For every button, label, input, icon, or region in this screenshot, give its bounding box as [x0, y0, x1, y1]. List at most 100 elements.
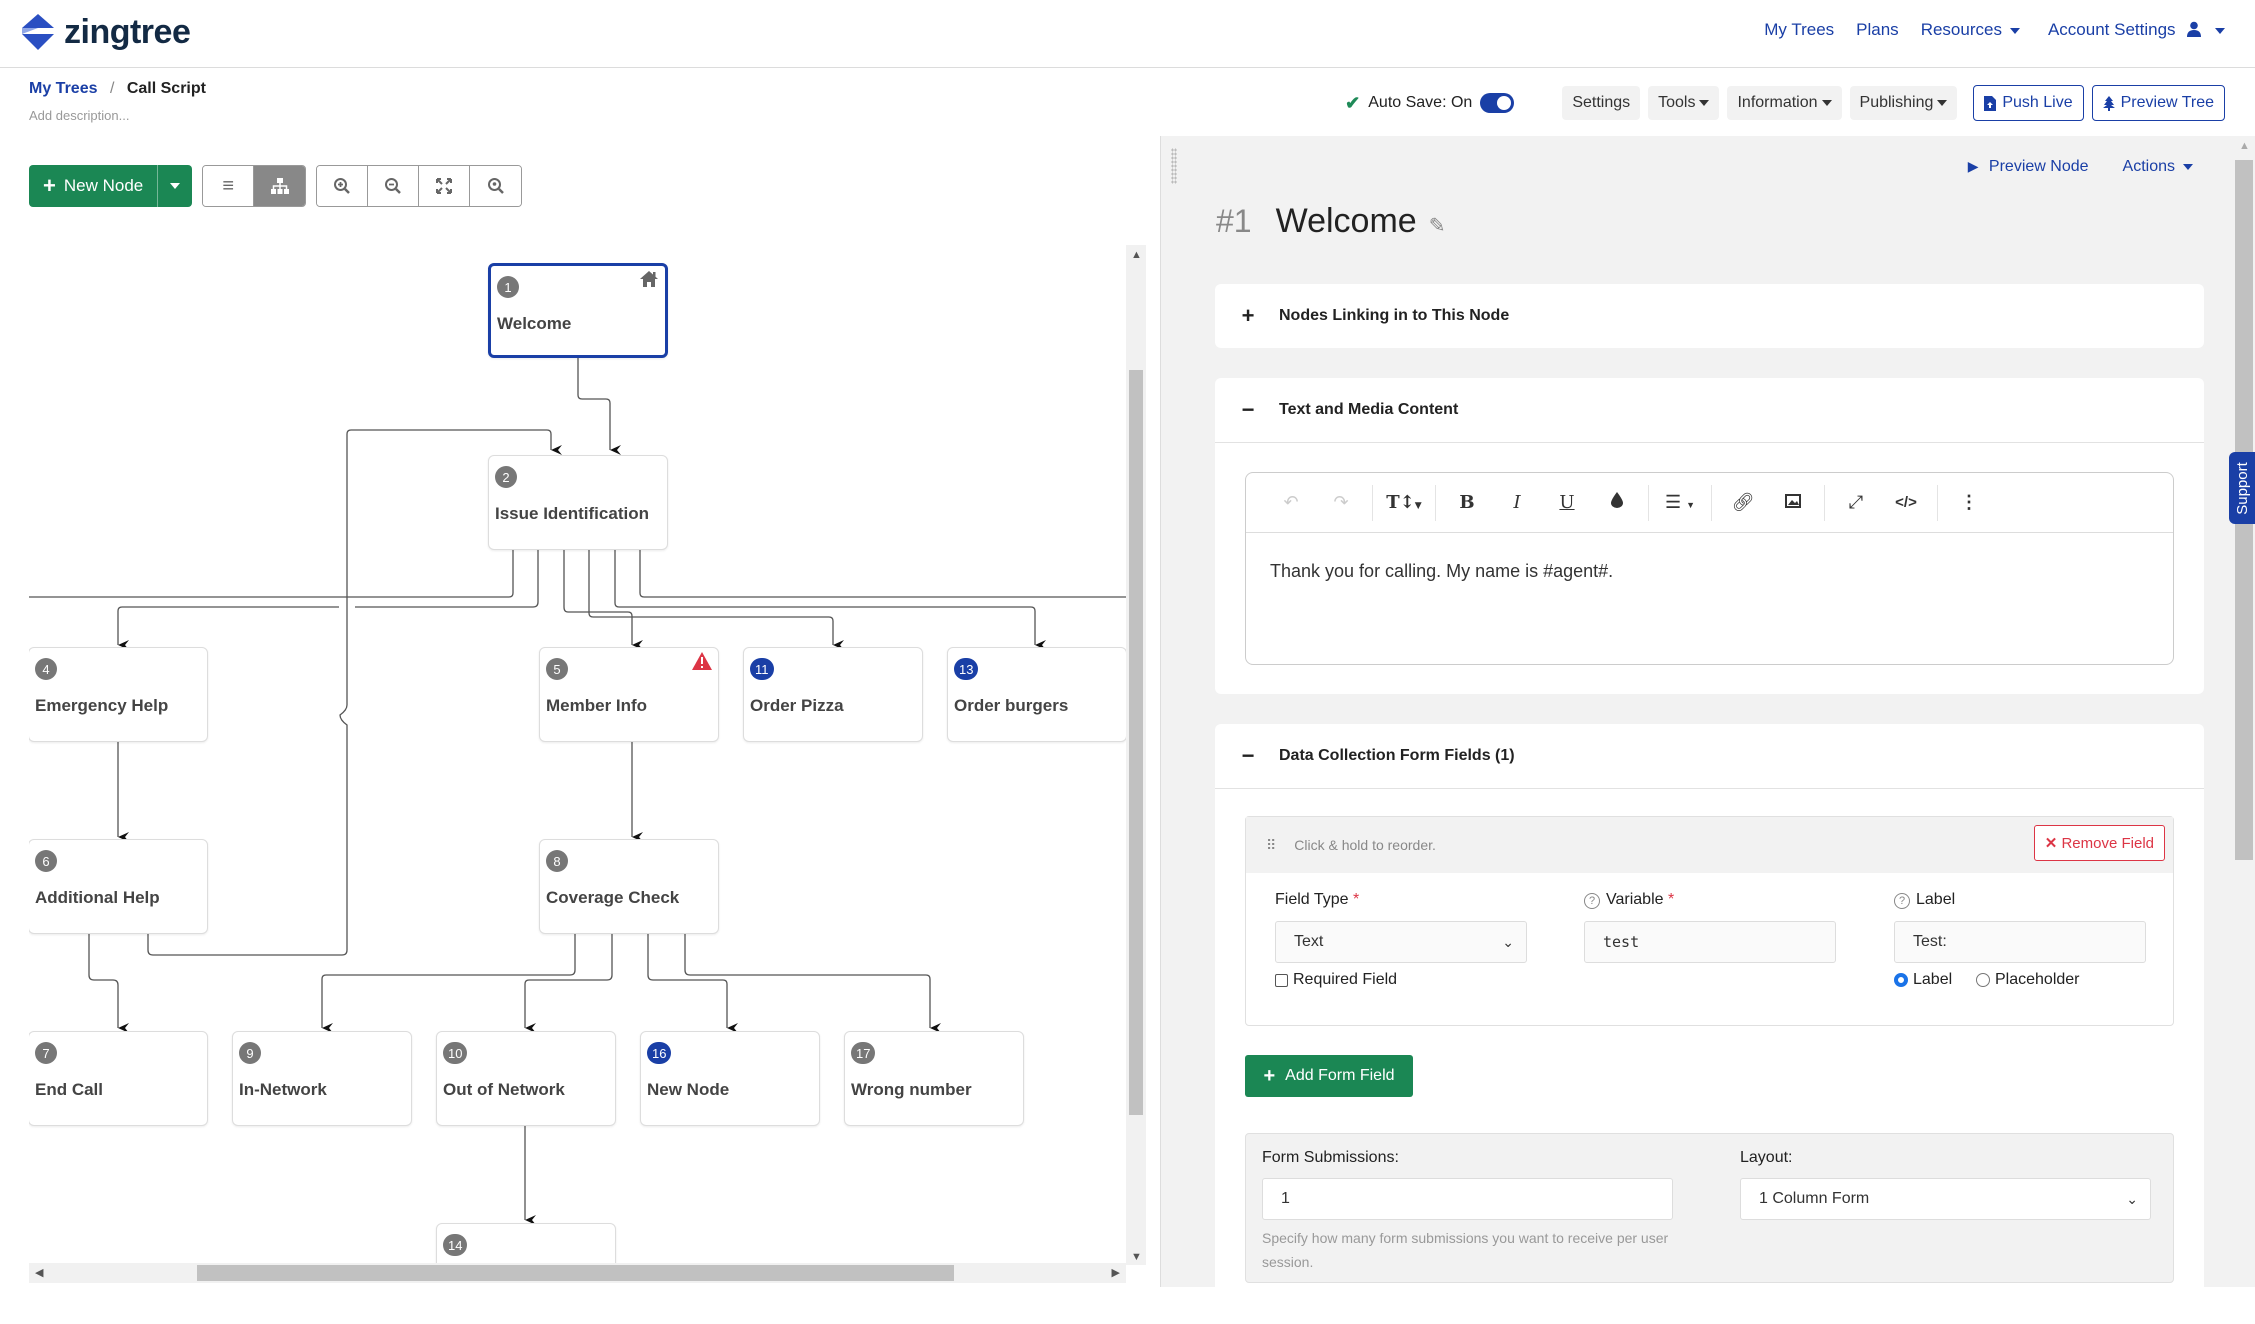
- form-submissions-help: Specify how many form submissions you wa…: [1262, 1230, 1669, 1270]
- preview-tree-button[interactable]: Preview Tree: [2091, 85, 2225, 121]
- scroll-up-icon[interactable]: ▲: [2239, 140, 2250, 152]
- text-color-icon[interactable]: [1592, 492, 1642, 513]
- text-media-header[interactable]: − Text and Media Content: [1215, 378, 2204, 442]
- tree-node-17[interactable]: 17 Wrong number: [844, 1031, 1024, 1126]
- push-live-button[interactable]: Push Live: [1973, 85, 2084, 121]
- tree-node-9[interactable]: 9 In-Network: [232, 1031, 412, 1126]
- label-input[interactable]: Test:: [1894, 921, 2146, 963]
- node-title: Welcome: [497, 314, 572, 333]
- zingtree-logo[interactable]: zingtree: [18, 12, 191, 52]
- tree-node-11[interactable]: 11 Order Pizza: [743, 647, 923, 742]
- find-node-button[interactable]: [470, 166, 522, 206]
- tools-dropdown[interactable]: Tools: [1648, 86, 1720, 120]
- publishing-dropdown[interactable]: Publishing: [1849, 86, 1958, 120]
- canvas-horizontal-scrollbar[interactable]: ◀ ▶: [29, 1263, 1126, 1283]
- pencil-icon[interactable]: ✎: [1429, 213, 1446, 238]
- link-icon[interactable]: 🔗︎: [1718, 492, 1768, 513]
- caret-down-icon: [1821, 99, 1832, 106]
- radio-label[interactable]: Label: [1894, 971, 1952, 989]
- zoom-out-button[interactable]: [368, 166, 420, 206]
- scroll-left-icon[interactable]: ◀: [35, 1266, 43, 1279]
- sitemap-icon: [270, 178, 289, 194]
- checkbox-icon: [1275, 973, 1288, 987]
- panel-resize-handle[interactable]: [1171, 148, 1177, 184]
- vertical-scroll-thumb[interactable]: [1129, 370, 1143, 1115]
- tree-node-2[interactable]: 2 Issue Identification: [488, 455, 668, 550]
- required-field-checkbox[interactable]: Required Field: [1275, 971, 1397, 989]
- edge-8-16: [647, 933, 738, 1033]
- redo-icon[interactable]: ↷: [1316, 492, 1366, 513]
- logo-icon: [22, 14, 54, 50]
- new-node-button-group: + New Node: [29, 165, 193, 207]
- help-icon[interactable]: ?: [1584, 893, 1600, 909]
- nav-plans[interactable]: Plans: [1856, 20, 1899, 40]
- information-dropdown[interactable]: Information: [1727, 86, 1842, 120]
- tree-node-7[interactable]: 7 End Call: [29, 1031, 208, 1126]
- fullscreen-icon[interactable]: ⤢: [1831, 492, 1881, 513]
- tree-view-button[interactable]: [254, 166, 306, 206]
- scroll-up-icon[interactable]: ▲: [1131, 249, 1142, 261]
- tree-node-16[interactable]: 16 New Node: [640, 1031, 820, 1126]
- form-submissions-value: 1: [1281, 1190, 1290, 1207]
- caret-down-icon: [1937, 99, 1948, 106]
- tree-node-1[interactable]: 1 Welcome: [488, 263, 668, 358]
- tree-node-6[interactable]: 6 Additional Help: [29, 839, 208, 934]
- nodes-linking-header[interactable]: + Nodes Linking in to This Node: [1215, 284, 2204, 348]
- tree-node-14[interactable]: 14: [436, 1223, 616, 1265]
- field-type-select[interactable]: Text ⌄: [1275, 921, 1527, 963]
- canvas-vertical-scrollbar[interactable]: ▲ ▼: [1126, 245, 1146, 1265]
- tree-node-8[interactable]: 8 Coverage Check: [539, 839, 719, 934]
- radio-placeholder[interactable]: Placeholder: [1976, 971, 2080, 989]
- more-options-icon[interactable]: ⋮: [1944, 492, 1994, 513]
- fit-screen-button[interactable]: [419, 166, 471, 206]
- breadcrumb-my-trees[interactable]: My Trees: [29, 80, 97, 97]
- breadcrumb-current: Call Script: [126, 80, 206, 97]
- code-view-icon[interactable]: </>: [1881, 494, 1931, 511]
- tree-node-4[interactable]: 4 Emergency Help: [29, 647, 208, 742]
- new-node-dropdown[interactable]: [158, 183, 192, 189]
- scroll-right-icon[interactable]: ▶: [1112, 1266, 1120, 1279]
- zoom-in-button[interactable]: [317, 166, 369, 206]
- bold-icon[interactable]: B: [1442, 492, 1492, 513]
- node-number-badge: 4: [35, 658, 57, 680]
- plus-icon: +: [43, 173, 56, 198]
- preview-node-button[interactable]: ▶ Preview Node: [1968, 158, 2089, 176]
- font-size-icon[interactable]: T↕▼: [1379, 492, 1429, 513]
- nav-resources-label: Resources: [1920, 20, 2002, 39]
- radio-checked-icon: [1894, 973, 1908, 987]
- tree-node-5[interactable]: 5 Member Info: [539, 647, 719, 742]
- help-icon[interactable]: ?: [1894, 893, 1910, 909]
- autosave-toggle[interactable]: [1480, 93, 1515, 113]
- list-icon[interactable]: ☰ ▼: [1655, 492, 1705, 513]
- add-description[interactable]: Add description...: [29, 108, 129, 123]
- undo-icon[interactable]: ↶: [1266, 492, 1316, 513]
- settings-button[interactable]: Settings: [1562, 86, 1641, 120]
- layout-select[interactable]: 1 Column Form ⌄: [1740, 1178, 2151, 1220]
- variable-value: test: [1603, 933, 1640, 951]
- editor-content[interactable]: Thank you for calling. My name is #agent…: [1246, 533, 2173, 610]
- form-submissions-input[interactable]: 1: [1262, 1178, 1673, 1220]
- underline-icon[interactable]: U: [1542, 492, 1592, 513]
- tree-node-10[interactable]: 10 Out of Network: [436, 1031, 616, 1126]
- list-view-button[interactable]: ≡: [203, 166, 255, 206]
- node-title: End Call: [35, 1080, 104, 1099]
- remove-field-button[interactable]: ✕ Remove Field: [2033, 825, 2165, 861]
- new-node-button[interactable]: + New Node: [29, 165, 159, 207]
- tree-canvas[interactable]: 1 Welcome 2 Issue Identification 4 Emerg…: [29, 245, 1126, 1265]
- scroll-down-icon[interactable]: ▼: [1131, 1251, 1142, 1263]
- form-fields-header[interactable]: − Data Collection Form Fields (1): [1215, 724, 2204, 788]
- caret-down-icon: [2183, 163, 2193, 170]
- node-title: Wrong number: [851, 1080, 972, 1099]
- nav-account-settings[interactable]: Account Settings: [2048, 20, 2225, 40]
- italic-icon[interactable]: I: [1492, 492, 1542, 513]
- nav-resources[interactable]: Resources: [1921, 20, 2020, 40]
- variable-input[interactable]: test: [1584, 921, 1836, 963]
- image-icon[interactable]: [1768, 492, 1818, 513]
- support-tab[interactable]: Support: [2229, 452, 2255, 524]
- tree-node-13[interactable]: 13 Order burgers: [947, 647, 1126, 742]
- add-form-field-button[interactable]: + Add Form Field: [1245, 1055, 1413, 1097]
- nav-my-trees[interactable]: My Trees: [1764, 20, 1834, 40]
- panel-scrollbar[interactable]: ▲: [2232, 136, 2255, 1287]
- actions-dropdown[interactable]: Actions: [2123, 158, 2193, 176]
- horizontal-scroll-thumb[interactable]: [197, 1265, 954, 1281]
